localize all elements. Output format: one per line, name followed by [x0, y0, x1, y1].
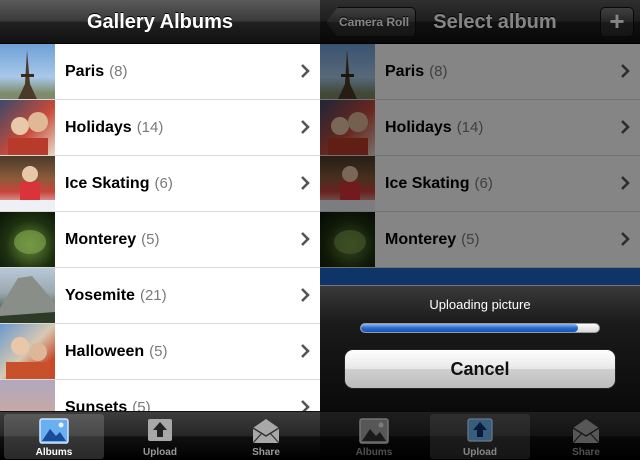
album-name: Monterey	[65, 231, 137, 248]
album-name: Holidays	[65, 119, 132, 136]
album-count: (5)	[141, 231, 160, 248]
album-list: Paris (8) Holidays (14) Ice Skating (6) Mon…	[0, 44, 320, 436]
halloween-thumbnail	[0, 324, 55, 379]
chevron-right-icon	[301, 120, 310, 134]
chevron-right-icon	[301, 344, 310, 358]
upload-progress-sheet: Uploading picture Cancel	[320, 285, 640, 411]
tab-share[interactable]: Share	[216, 414, 316, 459]
share-icon	[252, 419, 280, 444]
tab-label: Share	[252, 447, 280, 458]
album-row-monterey[interactable]: Monterey (5)	[0, 212, 320, 268]
album-row-halloween[interactable]: Halloween (5)	[0, 324, 320, 380]
upload-progress-bar	[360, 323, 600, 333]
albums-icon	[39, 418, 69, 444]
album-count: (14)	[136, 119, 164, 136]
holidays-thumbnail	[0, 100, 55, 155]
upload-icon	[148, 419, 172, 441]
chevron-right-icon	[301, 176, 310, 190]
tab-bar: Albums Upload Share	[0, 411, 320, 460]
album-row-paris[interactable]: Paris (8)	[0, 44, 320, 100]
album-row-yosemite[interactable]: Yosemite (21)	[0, 268, 320, 324]
yosemite-thumbnail	[0, 268, 55, 323]
progress-fill	[361, 324, 578, 332]
nav-bar: Gallery Albums	[0, 0, 320, 44]
upload-status-label: Uploading picture	[429, 297, 531, 312]
album-row-ice-skating[interactable]: Ice Skating (6)	[0, 156, 320, 212]
album-count: (5)	[149, 343, 168, 360]
album-name: Halloween	[65, 343, 145, 360]
tab-albums[interactable]: Albums	[4, 414, 104, 459]
album-name: Ice Skating	[65, 175, 150, 192]
chevron-right-icon	[301, 232, 310, 246]
gallery-albums-screen: Gallery Albums Paris (8) Holidays (14) Ice…	[0, 0, 320, 460]
chevron-right-icon	[301, 64, 310, 78]
page-title: Gallery Albums	[87, 11, 233, 33]
ice-skating-thumbnail	[0, 156, 55, 211]
tab-upload[interactable]: Upload	[110, 414, 210, 459]
album-count: (6)	[154, 175, 173, 192]
album-name: Yosemite	[65, 287, 135, 304]
album-row-holidays[interactable]: Holidays (14)	[0, 100, 320, 156]
chevron-right-icon	[301, 288, 310, 302]
album-count: (21)	[139, 287, 167, 304]
select-album-screen: Select album Camera Roll + Paris (8) Holi…	[320, 0, 640, 460]
album-name: Paris	[65, 63, 105, 80]
tab-label: Upload	[143, 447, 177, 458]
cancel-upload-button[interactable]: Cancel	[344, 349, 616, 389]
album-count: (8)	[109, 63, 128, 80]
monterey-thumbnail	[0, 212, 55, 267]
paris-thumbnail	[0, 44, 55, 99]
tab-label: Albums	[35, 447, 73, 458]
